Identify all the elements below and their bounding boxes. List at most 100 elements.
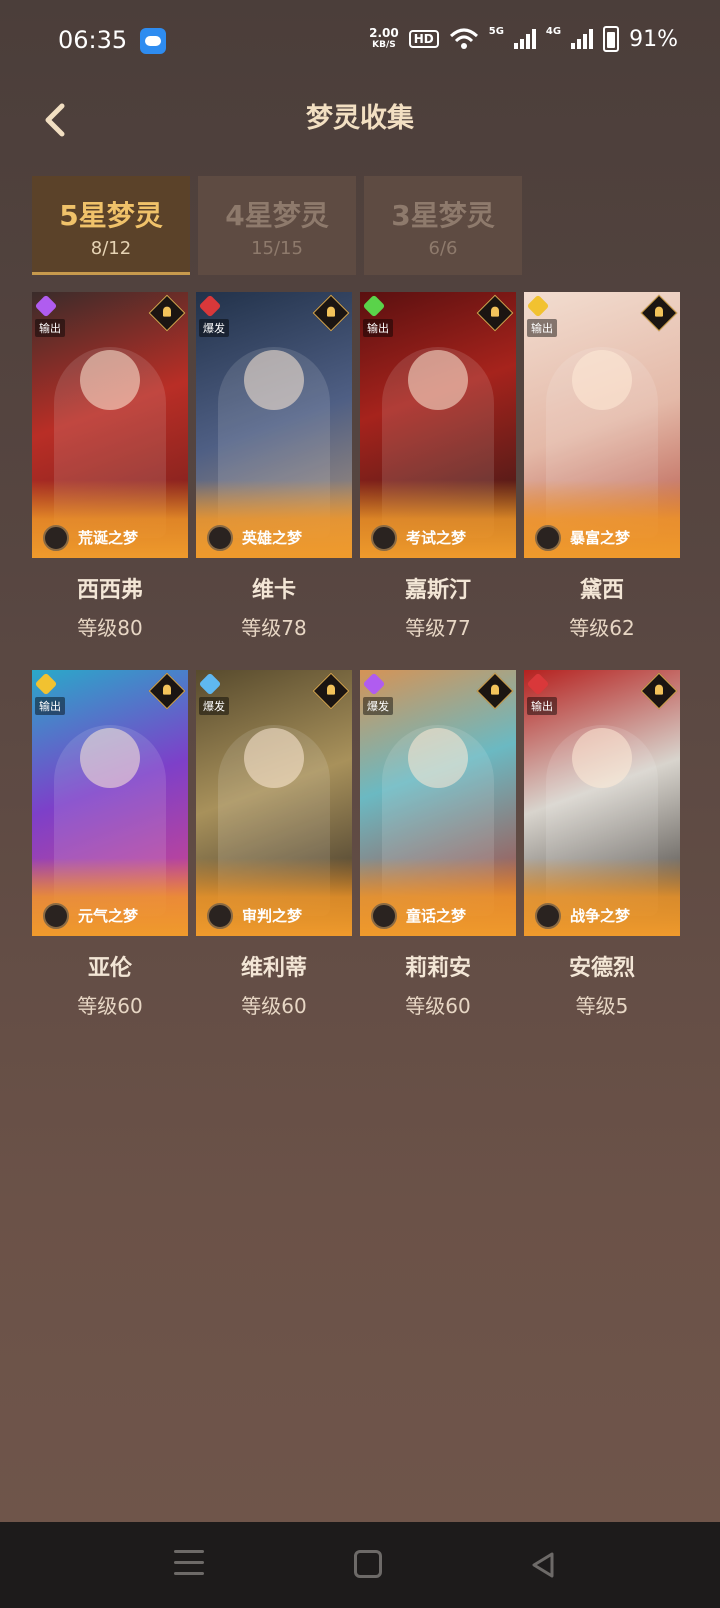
character-portrait: 输出 战争之梦 xyxy=(524,670,680,936)
dream-type-icon xyxy=(43,903,69,929)
role-badge: 输出 xyxy=(35,319,65,337)
character-level: 等级60 xyxy=(405,994,471,1018)
chess-piece-icon xyxy=(476,294,514,332)
dream-label: 战争之梦 xyxy=(570,907,631,925)
character-name: 西西弗 xyxy=(76,578,143,603)
signal-5g-icon xyxy=(513,29,536,49)
chess-piece-icon xyxy=(640,294,678,332)
character-level: 等级60 xyxy=(241,994,307,1018)
tab-label: 3星梦灵 xyxy=(391,199,495,232)
character-card[interactable]: 输出 荒诞之梦 西西弗 等级80 xyxy=(32,292,188,641)
role-badge: 输出 xyxy=(35,697,65,715)
element-gem-icon xyxy=(198,672,222,696)
role-badge: 爆发 xyxy=(199,319,229,337)
character-head xyxy=(408,350,468,410)
role-badge: 输出 xyxy=(527,697,557,715)
tab-label: 4星梦灵 xyxy=(225,199,329,232)
role-badge: 输出 xyxy=(527,319,557,337)
character-level: 等级5 xyxy=(575,994,629,1018)
element-gem-icon xyxy=(362,672,386,696)
dream-type-icon xyxy=(535,903,561,929)
role-badge: 爆发 xyxy=(363,697,393,715)
character-level: 等级60 xyxy=(77,994,143,1018)
character-card[interactable]: 输出 考试之梦 嘉斯汀 等级77 xyxy=(360,292,516,641)
network-speed: 2.00 KB/S xyxy=(369,26,399,50)
tab-label: 5星梦灵 xyxy=(59,199,163,232)
element-gem-icon xyxy=(198,294,222,318)
tab-count: 15/15 xyxy=(251,238,303,259)
character-head xyxy=(572,350,632,410)
status-time: 06:35 xyxy=(58,26,128,54)
character-portrait: 输出 元气之梦 xyxy=(32,670,188,936)
back-triangle-icon[interactable] xyxy=(528,1550,558,1580)
character-card[interactable]: 输出 暴富之梦 黛西 等级62 xyxy=(524,292,680,641)
status-bar: 06:35 2.00 KB/S HD 5G 4G 91% xyxy=(0,0,720,84)
element-gem-icon xyxy=(362,294,386,318)
dream-label: 元气之梦 xyxy=(78,907,139,925)
tab-4-star[interactable]: 4星梦灵 15/15 xyxy=(198,176,356,275)
battery-icon xyxy=(603,26,620,52)
character-name: 黛西 xyxy=(579,578,624,603)
character-name: 维利蒂 xyxy=(240,956,307,981)
dream-label: 考试之梦 xyxy=(406,529,467,547)
dream-type-icon xyxy=(207,525,233,551)
menu-line xyxy=(174,1572,204,1575)
character-head xyxy=(244,728,304,788)
hd-voice-icon: HD xyxy=(408,30,439,48)
character-portrait: 输出 暴富之梦 xyxy=(524,292,680,558)
dream-label: 审判之梦 xyxy=(242,907,303,925)
network-5g-label: 5G xyxy=(488,26,504,37)
element-gem-icon xyxy=(34,672,58,696)
tab-5-star[interactable]: 5星梦灵 8/12 xyxy=(32,176,190,275)
character-name: 莉莉安 xyxy=(404,956,471,981)
character-name: 嘉斯汀 xyxy=(404,578,471,603)
character-portrait: 输出 荒诞之梦 xyxy=(32,292,188,558)
character-head xyxy=(244,350,304,410)
role-badge: 爆发 xyxy=(199,697,229,715)
element-gem-icon xyxy=(34,294,58,318)
tab-3-star[interactable]: 3星梦灵 6/6 xyxy=(364,176,522,275)
character-level: 等级62 xyxy=(569,616,635,640)
chess-piece-icon xyxy=(148,294,186,332)
menu-line xyxy=(174,1550,204,1553)
character-level: 等级77 xyxy=(405,616,471,640)
weather-app-icon xyxy=(140,28,166,54)
chess-piece-icon xyxy=(640,672,678,710)
recent-apps-button[interactable] xyxy=(174,1550,204,1580)
home-button[interactable] xyxy=(354,1550,382,1578)
character-name: 维卡 xyxy=(251,578,296,603)
character-card[interactable]: 输出 元气之梦 亚伦 等级60 xyxy=(32,670,188,1019)
menu-line xyxy=(174,1561,204,1564)
character-card[interactable]: 爆发 审判之梦 维利蒂 等级60 xyxy=(196,670,352,1019)
wifi-icon xyxy=(449,28,478,49)
character-level: 等级78 xyxy=(241,616,307,640)
character-card[interactable]: 爆发 童话之梦 莉莉安 等级60 xyxy=(360,670,516,1019)
dream-label: 荒诞之梦 xyxy=(78,529,139,547)
dream-type-icon xyxy=(207,903,233,929)
character-card[interactable]: 爆发 英雄之梦 维卡 等级78 xyxy=(196,292,352,641)
status-icons: 2.00 KB/S HD 5G 4G 91% xyxy=(369,26,678,52)
character-head xyxy=(572,728,632,788)
character-card[interactable]: 输出 战争之梦 安德烈 等级5 xyxy=(524,670,680,1019)
chess-piece-icon xyxy=(312,672,350,710)
dream-type-icon xyxy=(43,525,69,551)
dream-type-icon xyxy=(535,525,561,551)
character-portrait: 爆发 审判之梦 xyxy=(196,670,352,936)
tab-count: 6/6 xyxy=(428,238,458,259)
chess-piece-icon xyxy=(476,672,514,710)
dream-type-icon xyxy=(371,903,397,929)
page-title: 梦灵收集 xyxy=(306,103,414,134)
character-name: 安德烈 xyxy=(568,956,635,981)
dream-type-icon xyxy=(371,525,397,551)
character-head xyxy=(80,728,140,788)
dream-label: 暴富之梦 xyxy=(570,529,631,547)
dream-label: 童话之梦 xyxy=(406,907,467,925)
chess-piece-icon xyxy=(148,672,186,710)
character-portrait: 爆发 英雄之梦 xyxy=(196,292,352,558)
network-4g-label: 4G xyxy=(545,26,562,37)
element-gem-icon xyxy=(526,294,550,318)
tab-count: 8/12 xyxy=(90,238,132,259)
dream-label: 英雄之梦 xyxy=(242,529,303,547)
character-name: 亚伦 xyxy=(87,956,132,981)
element-gem-icon xyxy=(526,672,550,696)
